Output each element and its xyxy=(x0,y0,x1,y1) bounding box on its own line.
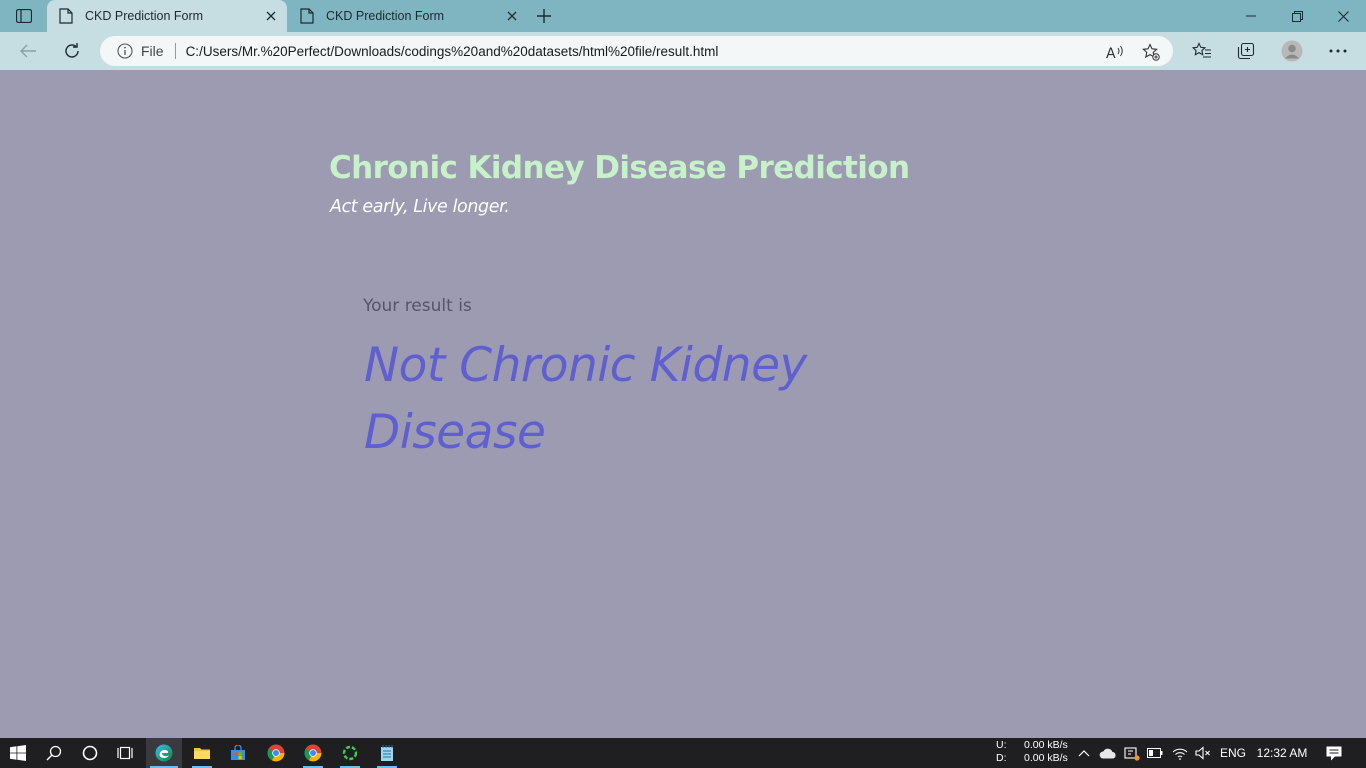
tab-actions-icon[interactable] xyxy=(10,6,38,26)
meet-now-icon[interactable] xyxy=(1122,738,1142,768)
more-options-icon[interactable] xyxy=(1324,37,1352,65)
browser-toolbar: File C:/Users/Mr.%20Perfect/Downloads/co… xyxy=(0,32,1366,70)
notepad-icon[interactable] xyxy=(369,738,405,768)
upload-label: U: xyxy=(996,739,1007,751)
tab-strip: CKD Prediction Form CKD Prediction Form xyxy=(0,0,1366,32)
onedrive-icon[interactable] xyxy=(1097,738,1119,768)
network-speed-meter: U: 0.00 kB/s D: 0.00 kB/s xyxy=(996,739,1068,765)
download-label: D: xyxy=(996,752,1007,764)
search-icon[interactable] xyxy=(36,738,72,768)
tab-title: CKD Prediction Form xyxy=(85,9,204,23)
read-aloud-icon[interactable]: A xyxy=(1105,43,1125,61)
windows-start-icon[interactable] xyxy=(0,738,36,768)
download-value: 0.00 kB/s xyxy=(1024,752,1068,764)
task-view-icon[interactable] xyxy=(108,738,144,768)
collections-icon[interactable] xyxy=(1232,37,1260,65)
taskbar: U: 0.00 kB/s D: 0.00 kB/s ENG 12:32 AM xyxy=(0,738,1366,768)
volume-muted-icon[interactable] xyxy=(1193,738,1213,768)
language-indicator[interactable]: ENG xyxy=(1219,738,1247,768)
restore-icon[interactable] xyxy=(1274,0,1320,32)
new-tab-icon[interactable] xyxy=(532,4,556,28)
notification-icon[interactable] xyxy=(1320,738,1348,768)
edge-taskbar-icon[interactable] xyxy=(146,738,182,768)
info-icon[interactable] xyxy=(117,43,133,59)
scheme-label: File xyxy=(141,43,164,59)
address-separator xyxy=(174,43,176,59)
battery-icon[interactable] xyxy=(1145,738,1165,768)
svg-text:A: A xyxy=(1106,46,1116,60)
upload-value: 0.00 kB/s xyxy=(1024,739,1068,751)
chrome-icon[interactable] xyxy=(258,738,294,768)
result-label: Your result is xyxy=(363,296,472,316)
clock[interactable]: 12:32 AM xyxy=(1254,738,1310,768)
cortana-icon[interactable] xyxy=(72,738,108,768)
chrome-profile-icon[interactable] xyxy=(295,738,331,768)
profile-avatar-icon[interactable] xyxy=(1278,37,1306,65)
tab-title: CKD Prediction Form xyxy=(326,9,445,23)
add-favorite-icon[interactable] xyxy=(1141,43,1161,61)
back-arrow-icon[interactable] xyxy=(14,37,42,65)
close-icon[interactable] xyxy=(500,4,524,28)
url-text[interactable]: C:/Users/Mr.%20Perfect/Downloads/codings… xyxy=(186,44,719,59)
file-explorer-icon[interactable] xyxy=(184,738,220,768)
loading-app-icon[interactable] xyxy=(332,738,368,768)
window-close-icon[interactable] xyxy=(1320,0,1366,32)
close-icon[interactable] xyxy=(259,4,283,28)
page-icon xyxy=(59,8,73,24)
minimize-icon[interactable] xyxy=(1228,0,1274,32)
wifi-icon[interactable] xyxy=(1170,738,1190,768)
tab-inactive[interactable]: CKD Prediction Form xyxy=(288,0,528,32)
page-icon xyxy=(300,8,314,24)
refresh-icon[interactable] xyxy=(58,37,86,65)
page-tagline: Act early, Live longer. xyxy=(330,197,510,217)
address-bar[interactable]: File C:/Users/Mr.%20Perfect/Downloads/co… xyxy=(100,36,1173,66)
tab-active[interactable]: CKD Prediction Form xyxy=(47,0,287,32)
chevron-up-icon[interactable] xyxy=(1075,738,1093,768)
result-value: Not Chronic Kidney Disease xyxy=(364,338,807,460)
store-icon[interactable] xyxy=(220,738,256,768)
page-title: Chronic Kidney Disease Prediction xyxy=(329,150,910,186)
favorites-icon[interactable] xyxy=(1188,37,1216,65)
